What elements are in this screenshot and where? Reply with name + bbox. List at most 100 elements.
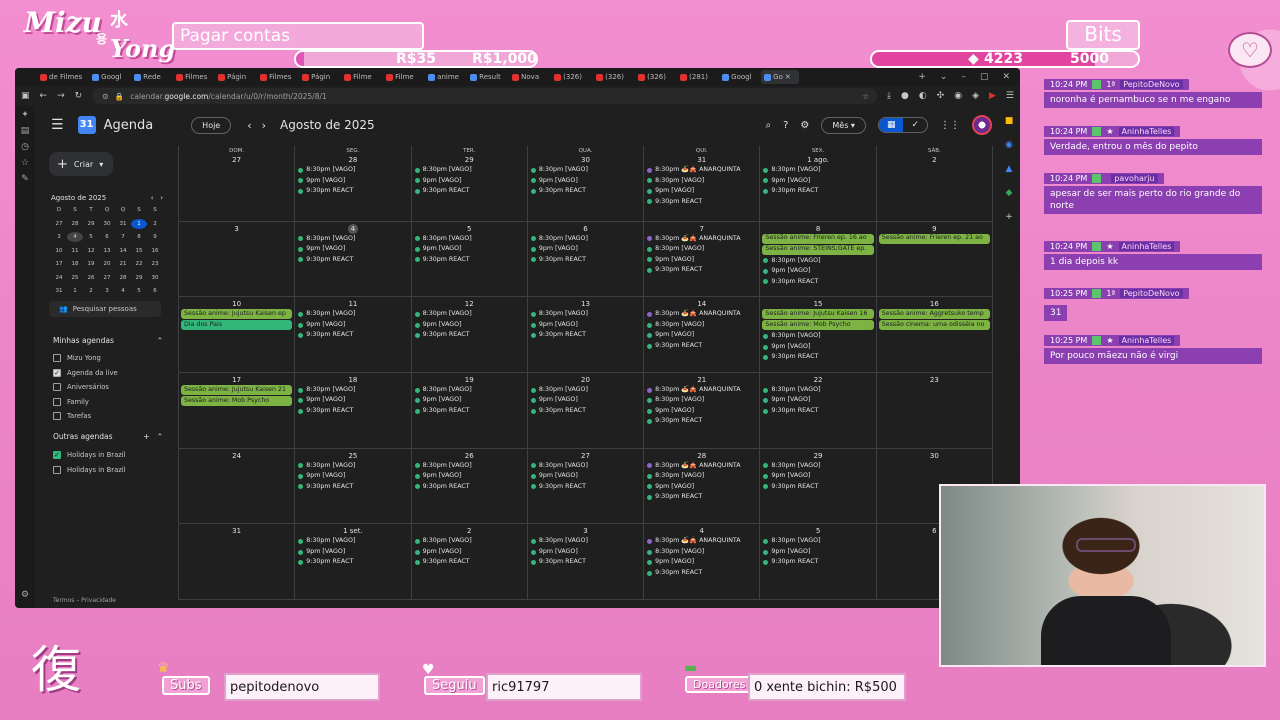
day-cell[interactable]: 5 8:30pm [VAGO] 9pm [VAGO] 9:30pm REACT [411, 221, 528, 298]
main-menu-icon[interactable]: ☰ [51, 117, 64, 133]
back-icon[interactable]: ← [40, 91, 48, 101]
browser-tab[interactable]: (326) [635, 70, 673, 84]
event-item[interactable]: 8:30pm 🍝🎪 ANARQUINTA [647, 536, 756, 547]
day-number[interactable]: 9 [877, 224, 992, 234]
day-cell[interactable]: QUA. 30 8:30pm [VAGO] 9pm [VAGO] 9:30pm REAC… [527, 146, 645, 222]
day-cell[interactable]: SEG. 28 8:30pm [VAGO] 9pm [VAGO] 9:30pm REAC… [295, 146, 412, 222]
event-item[interactable]: 9pm [VAGO] [530, 395, 640, 406]
day-number[interactable]: 3 [528, 526, 643, 536]
sidebar-toggle-icon[interactable]: ▣ [21, 91, 30, 101]
mini-day[interactable]: 8 [131, 232, 147, 242]
event-item[interactable]: 9pm [VAGO] [414, 244, 524, 255]
event-item[interactable]: 9:30pm REACT [647, 341, 756, 352]
event-item[interactable]: 8:30pm [VAGO] [763, 536, 872, 547]
apps-grid-icon[interactable]: ⋮⋮ [940, 120, 960, 131]
event-item[interactable]: 9pm [VAGO] [763, 266, 872, 277]
event-item[interactable]: 8:30pm [VAGO] [647, 547, 756, 558]
event-item[interactable]: 9pm [VAGO] [530, 471, 640, 482]
tab-menu-icon[interactable]: ⌄ [940, 72, 948, 82]
event-item[interactable]: 9pm [VAGO] [530, 244, 640, 255]
event-item[interactable]: 9:30pm REACT [298, 406, 407, 417]
mini-day[interactable]: 24 [51, 273, 67, 283]
search-people-input[interactable]: 👥 Pesquisar pessoas [49, 301, 161, 317]
event-item[interactable]: 8:30pm [VAGO] [763, 256, 872, 267]
event-item[interactable]: 9:30pm REACT [414, 330, 524, 341]
event-item[interactable]: 9pm [VAGO] [647, 330, 756, 341]
event-item[interactable]: 9:30pm REACT [298, 255, 407, 266]
event-item[interactable]: 9:30pm REACT [530, 557, 640, 568]
mini-day[interactable]: 4 [115, 286, 131, 296]
mini-day[interactable]: 10 [51, 246, 67, 256]
day-number[interactable]: 23 [877, 375, 992, 385]
youtube-ext-icon[interactable]: ▶ [989, 91, 996, 101]
event-item[interactable]: 9:30pm REACT [763, 352, 872, 363]
event-item[interactable]: 9pm [VAGO] [414, 176, 524, 187]
chat-username[interactable]: PepitoDeNovo [1120, 80, 1183, 89]
event-item[interactable]: 9pm [VAGO] [298, 547, 407, 558]
day-number[interactable]: 24 [179, 451, 294, 461]
day-number[interactable]: 26 [412, 451, 527, 461]
mini-day[interactable]: 27 [51, 219, 67, 229]
mini-day[interactable]: 2 [147, 219, 163, 229]
event-chip[interactable]: Sessão anime: Mob Psycho [181, 395, 293, 406]
collapse-icon[interactable]: ⌃ [157, 432, 163, 441]
day-number[interactable]: 31 [644, 155, 759, 165]
event-item[interactable]: 8:30pm [VAGO] [414, 536, 524, 547]
checkbox[interactable]: ✓ [53, 451, 61, 459]
event-chip[interactable]: Sessão anime: Mob Psycho [762, 320, 874, 331]
mini-day[interactable]: 11 [67, 246, 83, 256]
event-item[interactable]: 9:30pm REACT [414, 186, 524, 197]
browser-tab[interactable]: de Filmes [37, 70, 85, 84]
browser-tab[interactable]: Googl [719, 70, 757, 84]
minimize-icon[interactable]: – [961, 72, 966, 82]
event-item[interactable]: 9pm [VAGO] [647, 186, 756, 197]
day-number[interactable]: 27 [179, 155, 294, 165]
rail-history-icon[interactable]: ◷ [21, 142, 29, 152]
rail-ai-icon[interactable]: ✦ [21, 110, 29, 120]
event-item[interactable]: 8:30pm 🍝🎪 ANARQUINTA [647, 461, 756, 472]
checkbox[interactable] [53, 383, 61, 391]
day-number[interactable]: 5 [760, 526, 875, 536]
day-cell[interactable]: 12 8:30pm [VAGO] 9pm [VAGO] 9:30pm REACT [411, 297, 528, 373]
day-cell[interactable]: 20 8:30pm [VAGO] 9pm [VAGO] 9:30pm REACT [527, 372, 645, 449]
day-number[interactable]: 25 [295, 451, 410, 461]
mini-day[interactable]: 9 [147, 232, 163, 242]
create-button[interactable]: + Criar ▾ [49, 152, 113, 176]
account-avatar[interactable] [972, 115, 992, 135]
maximize-icon[interactable]: ▢ [980, 72, 989, 82]
day-cell[interactable]: 9 Sessão anime: Frieren ep. 21 ao [876, 221, 993, 298]
event-item[interactable]: 8:30pm [VAGO] [298, 385, 407, 396]
event-item[interactable]: 9pm [VAGO] [298, 176, 407, 187]
event-item[interactable]: 8:30pm [VAGO] [530, 461, 640, 472]
browser-tab[interactable]: Filmes [257, 70, 295, 84]
event-item[interactable]: 9:30pm REACT [530, 330, 640, 341]
site-info-icon[interactable]: ⚙ [102, 92, 109, 101]
day-number[interactable]: 1 set. [295, 526, 410, 536]
event-item[interactable]: 9:30pm REACT [647, 265, 756, 276]
event-item[interactable]: 8:30pm [VAGO] [530, 234, 640, 245]
mini-day[interactable]: 6 [147, 286, 163, 296]
day-cell[interactable]: 1 set. 8:30pm [VAGO] 9pm [VAGO] 9:30pm REAC… [295, 524, 412, 600]
day-cell[interactable]: 2 8:30pm [VAGO] 9pm [VAGO] 9:30pm REACT [411, 524, 528, 600]
browser-tab[interactable]: (326) [551, 70, 589, 84]
browser-tab[interactable]: Go ✕ [761, 70, 800, 84]
event-item[interactable]: 9:30pm REACT [530, 482, 640, 493]
event-item[interactable]: 8:30pm [VAGO] [763, 165, 872, 176]
event-item[interactable]: 9:30pm REACT [298, 186, 407, 197]
rail-notes-icon[interactable]: ✎ [21, 174, 29, 184]
mini-day[interactable]: 30 [147, 273, 163, 283]
day-number[interactable]: 11 [295, 299, 410, 309]
day-cell[interactable]: 18 8:30pm [VAGO] 9pm [VAGO] 9:30pm REACT [295, 372, 412, 449]
mini-day[interactable]: 22 [131, 259, 147, 269]
event-item[interactable]: 9pm [VAGO] [647, 406, 756, 417]
day-number[interactable]: 3 [179, 224, 294, 234]
browser-tab[interactable]: Págin [299, 70, 337, 84]
event-chip[interactable]: Sessão anime: Jujutsu Kaisen 16 [762, 309, 874, 320]
day-cell[interactable]: 3 [179, 221, 296, 298]
day-number[interactable]: 20 [528, 375, 643, 385]
mini-day[interactable]: 3 [51, 232, 67, 242]
day-cell[interactable]: 23 [876, 372, 993, 449]
mini-day[interactable]: 23 [147, 259, 163, 269]
event-chip[interactable]: Sessão anime: Frieren ep. 16 ao [762, 233, 874, 244]
mini-day[interactable]: 13 [99, 246, 115, 256]
